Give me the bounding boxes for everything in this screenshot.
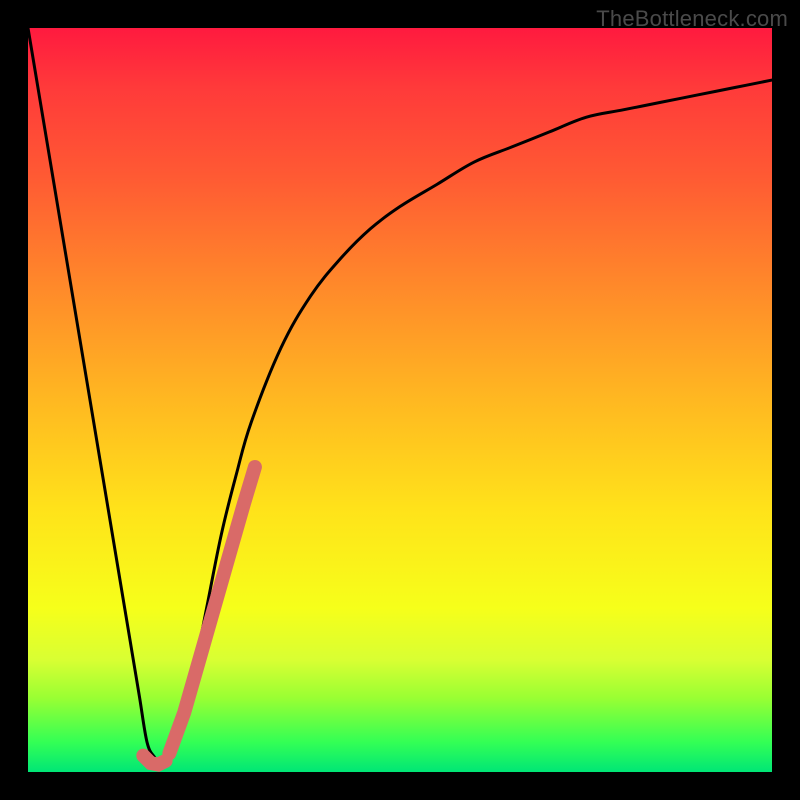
highlight-bottom-segment [143, 756, 165, 765]
plot-area [28, 28, 772, 772]
highlight-segment [169, 467, 255, 753]
chart-frame: TheBottleneck.com [0, 0, 800, 800]
main-curve [28, 28, 772, 765]
chart-svg [28, 28, 772, 772]
